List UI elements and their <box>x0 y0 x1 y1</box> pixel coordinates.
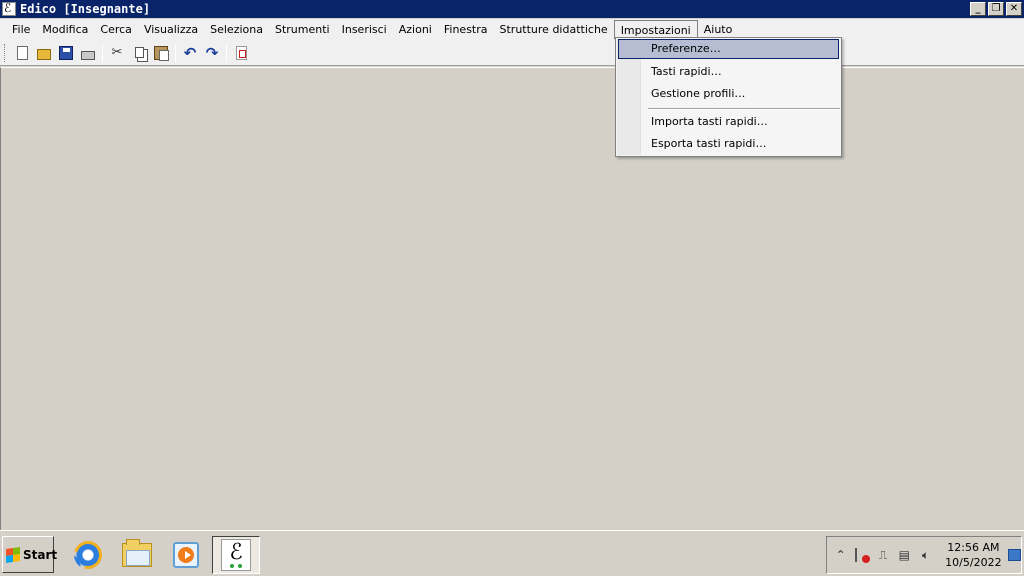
media-player-icon <box>173 542 199 568</box>
windows-explorer-icon <box>122 539 152 567</box>
menu-item-tasti-rapidi[interactable]: Tasti rapidi… <box>618 62 839 82</box>
pdf-button[interactable] <box>230 42 252 64</box>
cut-icon: ✂ <box>111 44 123 60</box>
clock[interactable]: 12:56 AM 10/5/2022 <box>945 540 1001 570</box>
open-icon <box>37 49 51 60</box>
menu-strumenti[interactable]: Strumenti <box>269 20 336 39</box>
action-center-flag-icon[interactable] <box>854 547 870 563</box>
copy-button[interactable] <box>128 42 150 64</box>
menu-seleziona[interactable]: Seleziona <box>204 20 269 39</box>
menu-modifica[interactable]: Modifica <box>36 20 94 39</box>
start-button[interactable]: Start <box>2 536 58 573</box>
clock-date: 10/5/2022 <box>945 556 1002 569</box>
menu-item-gestione-profili[interactable]: Gestione profili… <box>618 84 839 104</box>
pdf-icon <box>235 45 247 60</box>
undo-icon: ↶ <box>183 43 197 62</box>
taskbar: Start ℰ ⌃ ⎍ ▤ 🔈︎ 12:56 AM 10/5/2022 <box>0 530 1024 576</box>
menu-separator <box>648 108 840 110</box>
window-controls: _ ❐ ✕ <box>970 2 1022 16</box>
menu-item-esporta-tasti-rapidi[interactable]: Esporta tasti rapidi… <box>618 134 839 154</box>
menu-visualizza[interactable]: Visualizza <box>138 20 204 39</box>
workspace-area <box>0 67 1024 530</box>
show-hidden-icons-chevron-icon[interactable]: ⌃ <box>833 547 848 563</box>
redo-icon: ↷ <box>205 43 219 62</box>
undo-button[interactable]: ↶ <box>179 42 201 64</box>
start-label: Start <box>23 547 58 562</box>
system-tray: ⌃ ⎍ ▤ 🔈︎ 12:56 AM 10/5/2022 <box>826 536 1022 574</box>
title-bar: Edico [Insegnante] _ ❐ ✕ <box>0 0 1024 18</box>
power-plug-icon[interactable]: ⎍ <box>875 547 890 563</box>
internet-explorer-button[interactable] <box>68 535 108 575</box>
toolbar-separator <box>226 43 227 62</box>
print-icon <box>81 51 95 60</box>
menu-cerca[interactable]: Cerca <box>94 20 138 39</box>
new-icon <box>16 45 28 60</box>
save-icon <box>59 45 73 60</box>
show-desktop-icon[interactable] <box>1007 549 1021 561</box>
paste-button[interactable] <box>150 42 172 64</box>
print-button[interactable] <box>77 42 99 64</box>
redo-button[interactable]: ↷ <box>201 42 223 64</box>
copy-icon <box>134 47 144 58</box>
toolbar-grip[interactable] <box>4 43 7 62</box>
windows-logo-icon <box>6 546 20 563</box>
volume-icon[interactable]: 🔈︎ <box>918 547 933 563</box>
menu-strutture-didattiche[interactable]: Strutture didattiche <box>494 20 614 39</box>
restore-button[interactable]: ❐ <box>988 2 1004 16</box>
open-button[interactable] <box>33 42 55 64</box>
save-button[interactable] <box>55 42 77 64</box>
impostazioni-dropdown: Preferenze… Tasti rapidi… Gestione profi… <box>615 37 842 157</box>
menu-bar: File Modifica Cerca Visualizza Seleziona… <box>0 19 1024 40</box>
menu-inserisci[interactable]: Inserisci <box>336 20 393 39</box>
media-player-button[interactable] <box>169 538 203 572</box>
windows-explorer-button[interactable] <box>120 538 154 572</box>
network-icon[interactable]: ▤ <box>897 547 912 563</box>
menu-item-importa-tasti-rapidi[interactable]: Importa tasti rapidi… <box>618 112 839 132</box>
menu-finestra[interactable]: Finestra <box>438 20 494 39</box>
edico-app-icon[interactable] <box>2 1 16 16</box>
close-button[interactable]: ✕ <box>1006 2 1022 16</box>
menu-file[interactable]: File <box>6 20 36 39</box>
window-title: Edico [Insegnante] <box>20 2 151 16</box>
new-button[interactable] <box>11 42 33 64</box>
toolbar-separator <box>102 43 103 62</box>
menu-item-preferenze[interactable]: Preferenze… <box>618 39 839 59</box>
toolbar: ✂ ↶ ↷ <box>0 40 1024 66</box>
toolbar-separator <box>175 43 176 62</box>
clock-time: 12:56 AM <box>947 541 1000 554</box>
paste-icon <box>154 45 169 61</box>
minimize-button[interactable]: _ <box>970 2 986 16</box>
internet-explorer-icon <box>68 535 108 575</box>
menu-azioni[interactable]: Azioni <box>393 20 438 39</box>
cut-button[interactable]: ✂ <box>106 42 128 64</box>
edico-icon: ℰ <box>221 539 251 571</box>
taskbar-edico-button[interactable]: ℰ <box>212 536 260 574</box>
